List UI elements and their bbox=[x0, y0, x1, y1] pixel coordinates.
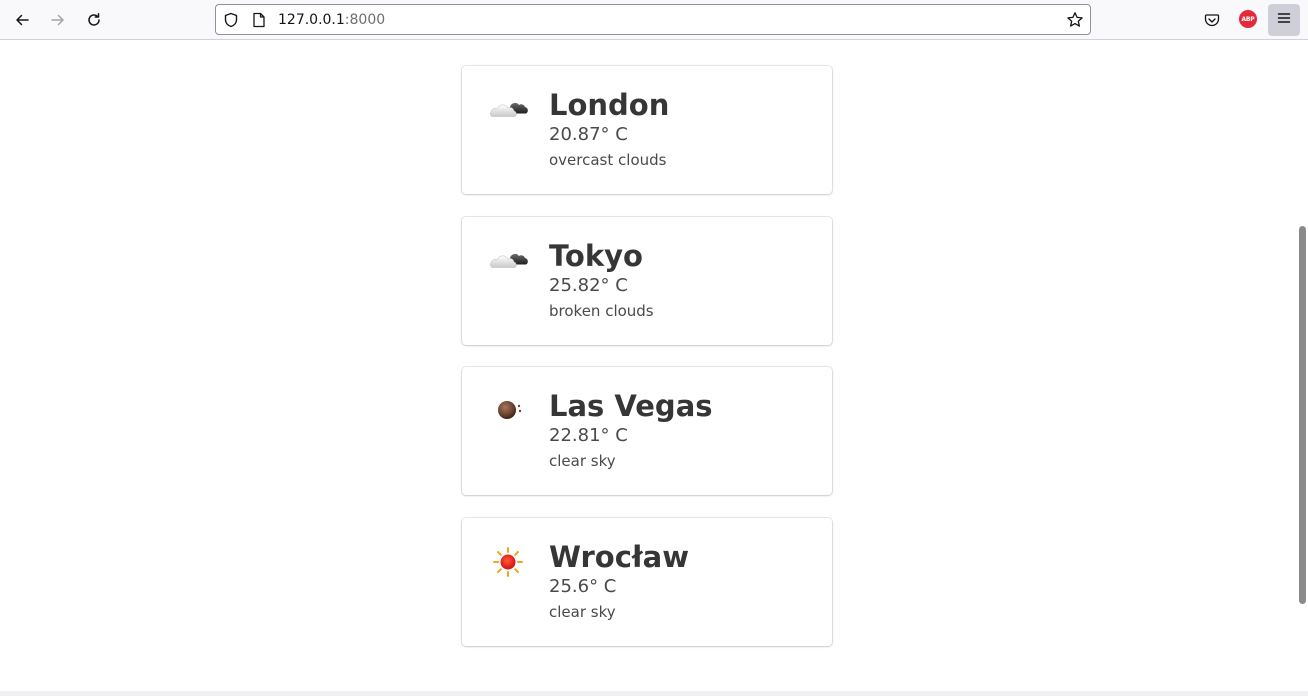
weather-card: Wrocław 25.6° C clear sky bbox=[462, 518, 832, 646]
abp-icon[interactable]: ABP bbox=[1239, 10, 1257, 28]
weather-description: overcast clouds bbox=[549, 151, 667, 169]
city-name: Tokyo bbox=[549, 239, 643, 273]
scrollbar-thumb[interactable] bbox=[1299, 226, 1306, 604]
weather-card: Las Vegas 22.81° C clear sky bbox=[462, 367, 832, 495]
arrow-right-icon bbox=[50, 12, 66, 28]
abp-label: ABP bbox=[1241, 15, 1255, 23]
pocket-button[interactable] bbox=[1197, 5, 1227, 35]
broken-clouds-icon bbox=[486, 239, 534, 281]
url-host: 127.0.0.1 bbox=[278, 12, 345, 28]
weather-card: Tokyo 25.82° C broken clouds bbox=[462, 217, 832, 345]
clear-night-icon bbox=[486, 389, 534, 431]
url-port: :8000 bbox=[344, 12, 386, 28]
forward-button[interactable] bbox=[43, 5, 73, 35]
browser-toolbar: 127.0.0.1:8000 ABP bbox=[0, 0, 1308, 40]
reload-icon bbox=[86, 12, 102, 28]
arrow-left-icon bbox=[14, 12, 30, 28]
city-temperature: 20.87° C bbox=[549, 124, 628, 145]
hamburger-menu-icon bbox=[1276, 10, 1292, 30]
weather-card: London 20.87° C overcast clouds bbox=[462, 66, 832, 194]
city-name: London bbox=[549, 88, 670, 122]
pocket-icon bbox=[1204, 12, 1220, 28]
back-button[interactable] bbox=[7, 5, 37, 35]
city-temperature: 25.82° C bbox=[549, 275, 628, 296]
weather-description: clear sky bbox=[549, 603, 616, 621]
clear-day-sun-icon bbox=[486, 540, 534, 582]
shield-icon[interactable] bbox=[222, 11, 240, 29]
city-name: Wrocław bbox=[549, 540, 690, 574]
address-bar[interactable]: 127.0.0.1:8000 bbox=[215, 4, 1091, 35]
broken-clouds-icon bbox=[486, 88, 534, 130]
page-content: London 20.87° C overcast clouds Tokyo 25… bbox=[0, 41, 1297, 691]
window-bottom-edge bbox=[0, 691, 1308, 696]
page-icon[interactable] bbox=[250, 11, 268, 29]
star-icon[interactable] bbox=[1066, 11, 1084, 29]
city-temperature: 25.6° C bbox=[549, 576, 617, 597]
reload-button[interactable] bbox=[79, 5, 109, 35]
menu-button[interactable] bbox=[1268, 4, 1300, 36]
url-text[interactable]: 127.0.0.1:8000 bbox=[278, 11, 385, 29]
city-temperature: 22.81° C bbox=[549, 425, 628, 446]
weather-description: broken clouds bbox=[549, 302, 654, 320]
city-name: Las Vegas bbox=[549, 389, 713, 423]
weather-description: clear sky bbox=[549, 452, 616, 470]
